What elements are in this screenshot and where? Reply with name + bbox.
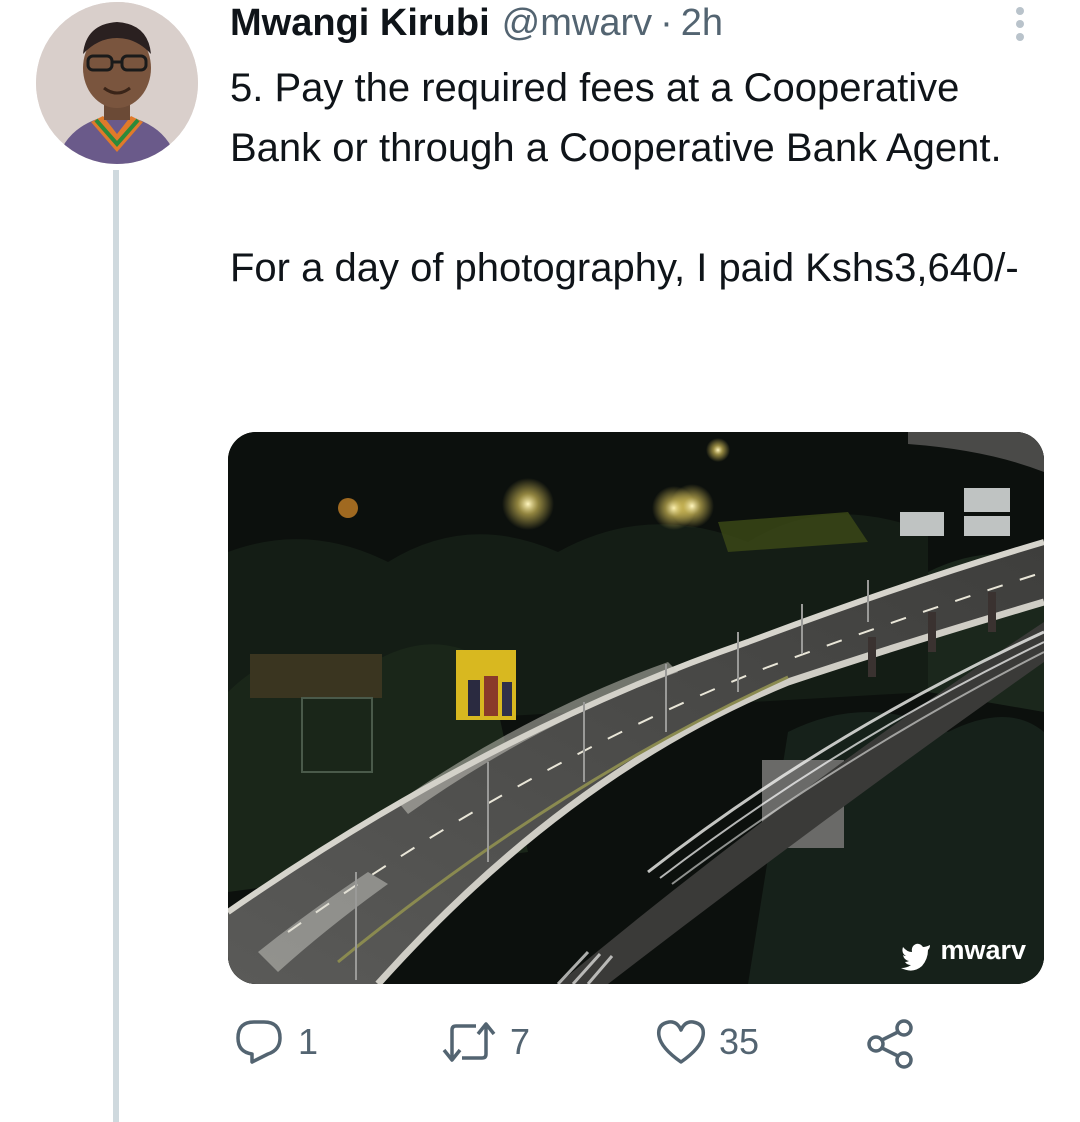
reply-button[interactable]: 1 (234, 1018, 318, 1066)
watermark-text: mwarv (940, 935, 1026, 965)
reply-count: 1 (298, 1021, 319, 1062)
thread-line (113, 170, 119, 1122)
retweet-count: 7 (510, 1021, 531, 1062)
share-button[interactable] (864, 1018, 918, 1070)
media-watermark: mwarv (904, 935, 1026, 966)
more-options-icon[interactable] (1005, 4, 1035, 44)
header-separator: · (660, 2, 673, 44)
tweet-header: Mwangi Kirubi @mwarv · 2h (230, 2, 723, 50)
like-button[interactable]: 35 (655, 1018, 759, 1066)
heart-icon (656, 1020, 706, 1064)
tweet-text: 5. Pay the required fees at a Cooperativ… (230, 66, 1019, 290)
like-count: 35 (719, 1021, 760, 1062)
share-icon (867, 1019, 913, 1069)
avatar-image (36, 2, 198, 164)
tweet-media[interactable]: mwarv (228, 432, 1044, 984)
avatar[interactable] (36, 2, 198, 164)
retweet-button[interactable]: 7 (440, 1018, 530, 1066)
highway-night-photo (228, 432, 1044, 984)
retweet-icon (442, 1022, 496, 1062)
reply-icon (236, 1020, 282, 1064)
author-handle[interactable]: @mwarv (502, 2, 652, 45)
author-name[interactable]: Mwangi Kirubi (230, 2, 490, 45)
tweet-timestamp[interactable]: 2h (681, 2, 723, 45)
